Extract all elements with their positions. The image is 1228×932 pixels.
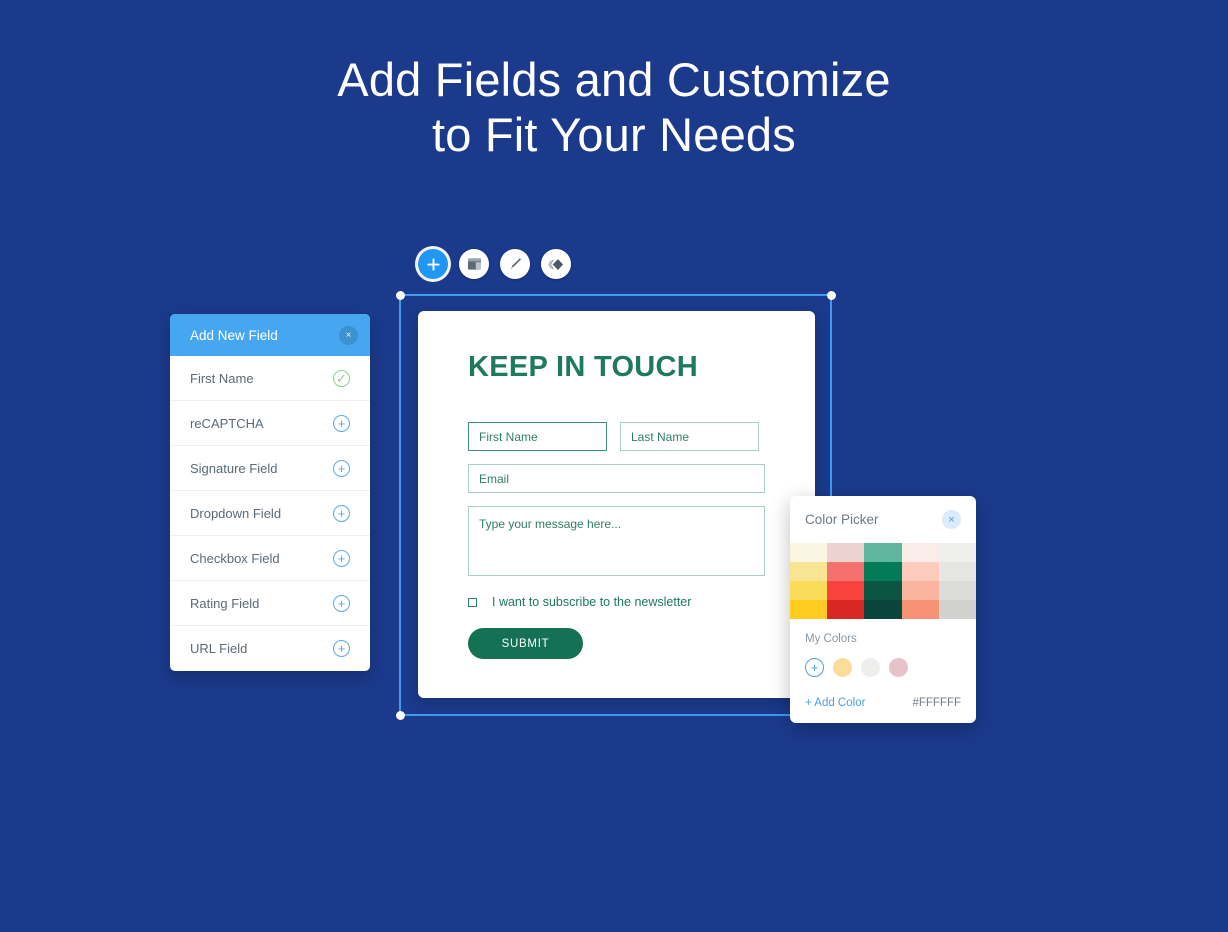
my-colors-label: My Colors xyxy=(805,633,857,645)
selection-handle-top-left[interactable] xyxy=(395,290,405,300)
field-list-item-url[interactable]: URL Field + xyxy=(170,626,370,671)
color-picker-panel: Color Picker × My Colors + + Add Color #… xyxy=(790,496,976,723)
color-swatch-2[interactable] xyxy=(864,543,902,562)
brush-icon xyxy=(507,256,523,272)
submit-button[interactable]: SUBMIT xyxy=(468,628,583,659)
newsletter-checkbox[interactable] xyxy=(468,597,477,607)
plus-icon[interactable]: + xyxy=(333,504,350,522)
page-title-line-1: Add Fields and Customize xyxy=(337,53,891,106)
field-label: reCAPTCHA xyxy=(190,415,264,431)
selection-handle-bottom-left[interactable] xyxy=(395,710,405,720)
add-new-field-header: Add New Field × xyxy=(170,314,370,356)
color-swatch-8[interactable] xyxy=(901,562,939,581)
plus-icon[interactable]: + xyxy=(333,640,350,657)
color-picker-header: Color Picker × xyxy=(790,496,976,543)
color-swatch-1[interactable] xyxy=(827,543,865,562)
layout-icon xyxy=(467,257,482,271)
color-swatch-4[interactable] xyxy=(938,543,976,562)
layers-icon xyxy=(547,257,565,272)
add-new-field-title: Add New Field xyxy=(190,327,278,343)
form-heading: KEEP IN TOUCH xyxy=(468,351,699,383)
toolbar-layout-button[interactable] xyxy=(459,249,489,279)
field-label: Rating Field xyxy=(190,595,260,611)
name-row: First Name Last Name xyxy=(468,422,765,451)
field-list-item-recaptcha[interactable]: reCAPTCHA + xyxy=(170,401,370,446)
field-list-item-first-name[interactable]: First Name ✓ xyxy=(170,356,370,401)
add-color-swatch-button[interactable]: + xyxy=(805,658,824,677)
close-icon[interactable]: × xyxy=(339,325,358,345)
first-name-input[interactable]: First Name xyxy=(468,422,607,451)
field-label: URL Field xyxy=(190,641,248,656)
color-swatch-7[interactable] xyxy=(864,562,902,581)
close-icon[interactable]: × xyxy=(942,510,961,529)
field-label: Checkbox Field xyxy=(190,550,280,566)
color-swatch-grid xyxy=(790,543,976,619)
message-textarea[interactable]: Type your message here... xyxy=(468,506,765,576)
newsletter-row[interactable]: I want to subscribe to the newsletter xyxy=(468,595,765,609)
field-list-item-dropdown[interactable]: Dropdown Field + xyxy=(170,491,370,536)
plus-icon[interactable]: + xyxy=(333,459,350,477)
color-swatch-10[interactable] xyxy=(790,581,828,600)
color-swatch-5[interactable] xyxy=(790,562,828,581)
color-swatch-19[interactable] xyxy=(938,600,976,619)
hex-value: #FFFFFF xyxy=(912,697,961,709)
color-swatch-18[interactable] xyxy=(901,600,939,619)
newsletter-label: I want to subscribe to the newsletter xyxy=(492,595,692,609)
my-colors-section: My Colors + xyxy=(790,619,976,677)
my-color-swatch-pink[interactable] xyxy=(889,658,908,677)
check-icon[interactable]: ✓ xyxy=(333,369,350,387)
editor-toolbar xyxy=(418,249,571,279)
field-label: First Name xyxy=(190,370,254,386)
field-list-item-signature[interactable]: Signature Field + xyxy=(170,446,370,491)
email-input[interactable]: Email xyxy=(468,464,765,493)
add-color-link[interactable]: + Add Color xyxy=(805,697,865,709)
my-color-swatch-gray[interactable] xyxy=(861,658,880,677)
add-icon xyxy=(426,257,441,272)
plus-icon[interactable]: + xyxy=(333,414,350,432)
color-swatch-14[interactable] xyxy=(938,581,976,600)
color-swatch-16[interactable] xyxy=(827,600,865,619)
plus-icon[interactable]: + xyxy=(333,549,350,567)
page-title: Add Fields and Customize to Fit Your Nee… xyxy=(0,52,1228,162)
toolbar-brush-button[interactable] xyxy=(500,249,530,279)
color-swatch-11[interactable] xyxy=(827,581,865,600)
color-swatch-0[interactable] xyxy=(790,543,828,562)
color-swatch-15[interactable] xyxy=(790,600,828,619)
my-color-swatch-yellow[interactable] xyxy=(833,658,852,677)
color-swatch-6[interactable] xyxy=(827,562,865,581)
last-name-input[interactable]: Last Name xyxy=(620,422,759,451)
toolbar-add-button[interactable] xyxy=(418,249,448,279)
toolbar-layers-button[interactable] xyxy=(541,249,571,279)
plus-icon[interactable]: + xyxy=(333,594,350,612)
color-swatch-3[interactable] xyxy=(901,543,939,562)
field-list-item-rating[interactable]: Rating Field + xyxy=(170,581,370,626)
color-picker-title: Color Picker xyxy=(805,512,879,527)
add-new-field-panel: Add New Field × First Name ✓ reCAPTCHA +… xyxy=(170,314,370,671)
field-list-item-checkbox[interactable]: Checkbox Field + xyxy=(170,536,370,581)
color-swatch-9[interactable] xyxy=(938,562,976,581)
contact-form-card: KEEP IN TOUCH First Name Last Name Email… xyxy=(418,311,815,698)
field-label: Dropdown Field xyxy=(190,505,282,521)
color-swatch-12[interactable] xyxy=(864,581,902,600)
color-swatch-17[interactable] xyxy=(864,600,902,619)
page-title-line-2: to Fit Your Needs xyxy=(432,108,796,161)
color-picker-footer: + Add Color #FFFFFF xyxy=(790,677,976,723)
field-label: Signature Field xyxy=(190,460,278,476)
my-colors-list: + xyxy=(805,658,961,677)
color-swatch-13[interactable] xyxy=(901,581,939,600)
selection-handle-top-right[interactable] xyxy=(826,290,836,300)
